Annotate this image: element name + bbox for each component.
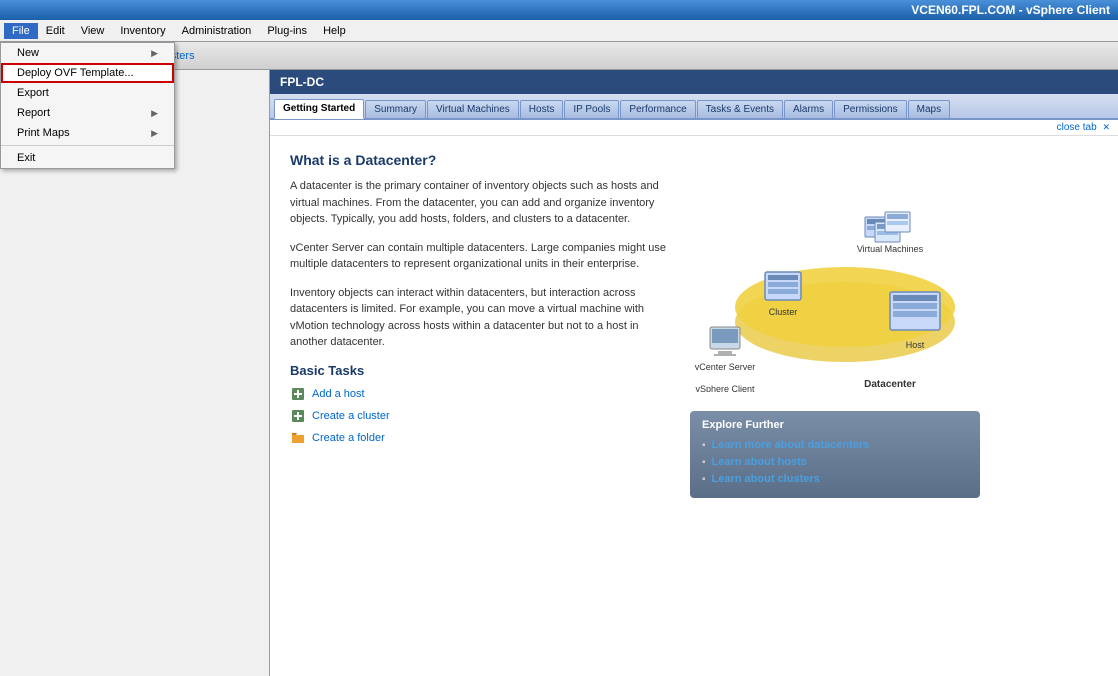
menu-file[interactable]: File (4, 23, 38, 39)
learn-datacenters-link: Learn more about datacenters (712, 439, 870, 451)
menu-new[interactable]: New ▶ (1, 43, 174, 63)
menu-view[interactable]: View (73, 23, 113, 39)
title-text: VCEN60.FPL.COM - vSphere Client (911, 3, 1110, 17)
right-panel: FPL-DC Getting Started Summary Virtual M… (270, 70, 1118, 676)
submenu-arrow-print-icon: ▶ (151, 128, 158, 139)
bullet-icon-2: ▪ (702, 457, 706, 468)
content-area: What is a Datacenter? A datacenter is th… (270, 136, 1118, 676)
tab-maps[interactable]: Maps (908, 100, 950, 118)
datacenter-svg: vCenter Server Host Cluster (690, 152, 970, 392)
add-host-label: Add a host (312, 388, 365, 400)
title-bar: VCEN60.FPL.COM - vSphere Client (0, 0, 1118, 20)
explore-link-datacenters[interactable]: ▪ Learn more about datacenters (702, 439, 968, 451)
learn-hosts-link: Learn about hosts (712, 456, 807, 468)
paragraph-2: vCenter Server can contain multiple data… (290, 240, 670, 273)
svg-text:vCenter Server: vCenter Server (695, 362, 756, 372)
task-create-cluster[interactable]: Create a cluster (290, 408, 670, 424)
tab-summary[interactable]: Summary (365, 100, 426, 118)
datacenter-diagram: vCenter Server Host Cluster (690, 152, 980, 395)
svg-text:Datacenter: Datacenter (864, 379, 916, 390)
menu-report[interactable]: Report ▶ (1, 103, 174, 123)
file-dropdown-menu: New ▶ Deploy OVF Template... Export Repo… (0, 42, 175, 169)
task-add-host[interactable]: Add a host (290, 386, 670, 402)
tab-bar: Getting Started Summary Virtual Machines… (270, 94, 1118, 120)
tab-permissions[interactable]: Permissions (834, 100, 906, 118)
menu-edit[interactable]: Edit (38, 23, 73, 39)
create-cluster-label: Create a cluster (312, 410, 390, 422)
svg-text:Host: Host (906, 340, 925, 350)
tab-virtual-machines[interactable]: Virtual Machines (427, 100, 519, 118)
menu-exit[interactable]: Exit (1, 148, 174, 168)
tab-alarms[interactable]: Alarms (784, 100, 833, 118)
explore-title: Explore Further (702, 419, 968, 431)
svg-text:Virtual Machines: Virtual Machines (857, 244, 924, 254)
tab-performance[interactable]: Performance (620, 100, 695, 118)
tab-hosts[interactable]: Hosts (520, 100, 564, 118)
close-tab-icon: ✕ (1102, 122, 1110, 132)
menu-administration[interactable]: Administration (174, 23, 260, 39)
menu-plugins[interactable]: Plug-ins (259, 23, 315, 39)
tab-tasks-events[interactable]: Tasks & Events (697, 100, 783, 118)
tab-getting-started[interactable]: Getting Started (274, 99, 364, 119)
menu-print-maps[interactable]: Print Maps ▶ (1, 123, 174, 143)
menu-deploy-ovf[interactable]: Deploy OVF Template... (1, 63, 174, 83)
object-title: FPL-DC (280, 75, 324, 89)
paragraph-1: A datacenter is the primary container of… (290, 178, 670, 228)
create-folder-label: Create a folder (312, 432, 385, 444)
object-header: FPL-DC (270, 70, 1118, 94)
svg-text:vSphere Client: vSphere Client (695, 384, 755, 392)
task-create-folder[interactable]: Create a folder (290, 430, 670, 446)
close-tab-bar: close tab ✕ (270, 120, 1118, 136)
learn-clusters-link: Learn about clusters (712, 473, 820, 485)
menu-inventory[interactable]: Inventory (112, 23, 173, 39)
add-host-icon (290, 386, 306, 402)
create-cluster-icon (290, 408, 306, 424)
menu-separator (1, 145, 174, 146)
bullet-icon-3: ▪ (702, 474, 706, 485)
content-left: What is a Datacenter? A datacenter is th… (290, 152, 670, 660)
explore-link-hosts[interactable]: ▪ Learn about hosts (702, 456, 968, 468)
content-right: vCenter Server Host Cluster (690, 152, 980, 660)
close-tab-link[interactable]: close tab ✕ (1057, 122, 1110, 133)
bullet-icon-1: ▪ (702, 440, 706, 451)
menu-help[interactable]: Help (315, 23, 354, 39)
paragraph-3: Inventory objects can interact within da… (290, 285, 670, 351)
create-folder-icon (290, 430, 306, 446)
submenu-arrow-report-icon: ▶ (151, 108, 158, 119)
basic-tasks-title: Basic Tasks (290, 363, 670, 378)
submenu-arrow-icon: ▶ (151, 48, 158, 59)
main-title: What is a Datacenter? (290, 152, 670, 168)
explore-link-clusters[interactable]: ▪ Learn about clusters (702, 473, 968, 485)
menu-bar: File Edit View Inventory Administration … (0, 20, 1118, 42)
tab-ip-pools[interactable]: IP Pools (564, 100, 619, 118)
explore-further: Explore Further ▪ Learn more about datac… (690, 411, 980, 498)
menu-export[interactable]: Export (1, 83, 174, 103)
svg-text:Cluster: Cluster (769, 307, 798, 317)
